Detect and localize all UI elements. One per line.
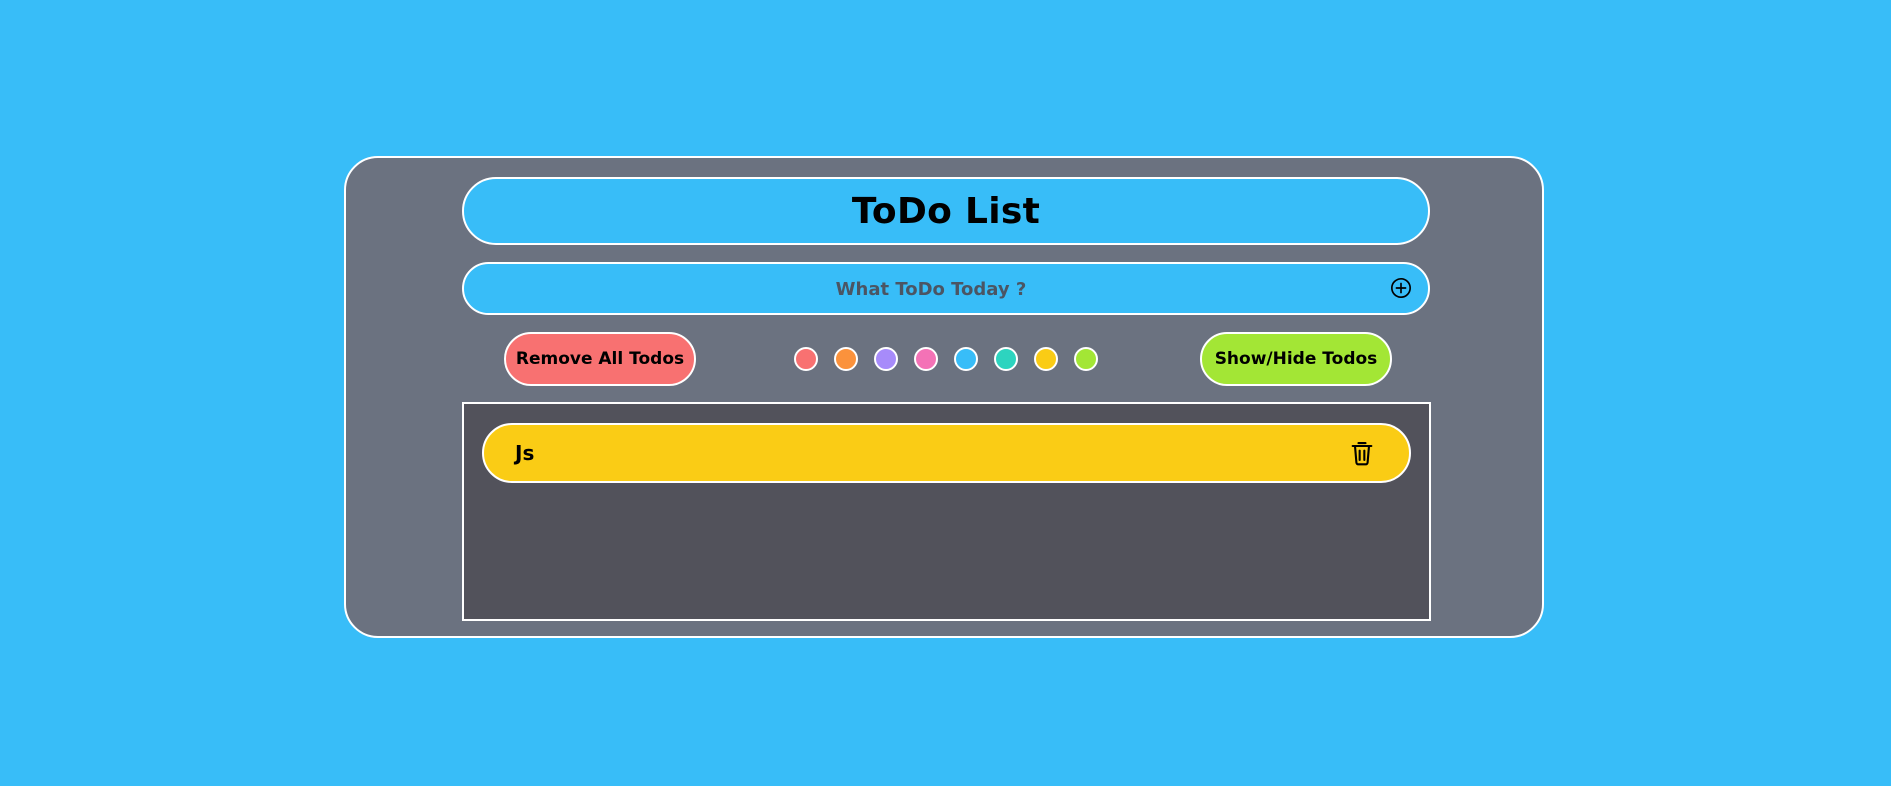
- swatch-pink[interactable]: [914, 347, 938, 371]
- todo-item-text: Js: [515, 441, 535, 465]
- todo-input-bar: [462, 262, 1430, 315]
- trash-icon[interactable]: [1348, 439, 1376, 467]
- controls-row: Remove All Todos Show/Hide Todos: [346, 332, 1542, 386]
- swatch-teal[interactable]: [994, 347, 1018, 371]
- todo-list: Js: [462, 402, 1431, 621]
- plus-circle-icon[interactable]: [1390, 277, 1412, 299]
- remove-all-todos-button[interactable]: Remove All Todos: [504, 332, 696, 386]
- swatch-sky[interactable]: [954, 347, 978, 371]
- show-hide-todos-button[interactable]: Show/Hide Todos: [1200, 332, 1392, 386]
- title-bar: ToDo List: [462, 177, 1430, 245]
- swatch-lime[interactable]: [1074, 347, 1098, 371]
- swatch-yellow[interactable]: [1034, 347, 1058, 371]
- swatch-orange[interactable]: [834, 347, 858, 371]
- color-swatches: [794, 347, 1098, 371]
- page-title: ToDo List: [851, 190, 1041, 232]
- todo-input[interactable]: [484, 264, 1378, 315]
- swatch-purple[interactable]: [874, 347, 898, 371]
- swatch-red[interactable]: [794, 347, 818, 371]
- todo-app-panel: ToDo List Remove All Todos Show/Hide Tod…: [344, 156, 1544, 638]
- todo-item: Js: [482, 423, 1411, 483]
